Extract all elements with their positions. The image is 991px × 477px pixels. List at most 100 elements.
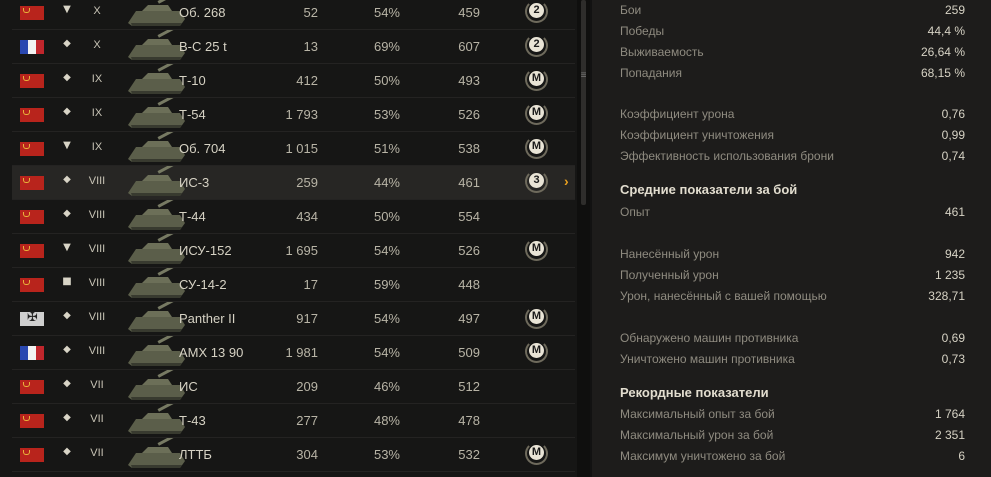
nation-flag-icon: [20, 244, 44, 258]
nation-flag-icon: [20, 310, 44, 326]
selected-arrow-icon: ›: [564, 173, 569, 189]
vehicle-tier: IX: [91, 141, 103, 153]
vehicle-type-icon: ◆: [63, 378, 71, 389]
vehicle-type-icon: ▼: [63, 242, 71, 253]
vehicle-type-icon: ◆: [63, 446, 71, 457]
win-rate: 59%: [373, 277, 400, 292]
stat-label: Эффективность использования брони: [620, 149, 834, 163]
mastery-badge-label: M: [529, 139, 544, 154]
vehicle-name: Т-10: [179, 73, 206, 88]
vehicle-row-1[interactable]: ▼ X Об. 268 52 54% 459 2: [12, 0, 575, 30]
nation-flag-icon: [20, 6, 44, 20]
win-rate: 50%: [373, 73, 400, 88]
vehicle-row-13[interactable]: ◆ VII Т-43 277 48% 478: [12, 404, 575, 438]
mastery-badge-label: 2: [529, 37, 544, 52]
stat-value: 942: [944, 247, 965, 261]
vehicle-tier: VIII: [88, 243, 106, 255]
stat-record-0: Максимальный опыт за бой 1 764: [620, 404, 965, 424]
scrollbar-thumb[interactable]: [581, 0, 586, 205]
vehicle-row-6[interactable]: ◆ VIII ИС-3 259 44% 461 3 ›: [12, 166, 575, 200]
mastery-badge-label: M: [529, 343, 544, 358]
nation-flag-icon: [20, 380, 44, 394]
vehicle-row-12[interactable]: ◆ VII ИС 209 46% 512: [12, 370, 575, 404]
stat-value: 0,76: [941, 107, 965, 121]
vehicle-tier: VIII: [88, 175, 106, 187]
stat-value: 1 235: [934, 268, 965, 282]
nation-flag-icon: [20, 142, 44, 156]
battles-count: 1 981: [285, 345, 318, 360]
battles-count: 277: [296, 413, 318, 428]
vehicle-tier: X: [93, 39, 101, 51]
stat-general-2: Выживаемость 26,64 %: [620, 42, 965, 62]
mastery-badge-label: M: [529, 445, 544, 460]
stat-value: 6: [958, 449, 965, 463]
mastery-badge-icon: M: [525, 136, 550, 161]
win-rate: 53%: [373, 107, 400, 122]
average-experience: 448: [458, 277, 480, 292]
stat-value: 0,99: [941, 128, 965, 142]
win-rate: 54%: [373, 243, 400, 258]
mastery-badge-icon: M: [525, 102, 550, 127]
stat-value: 68,15 %: [920, 66, 965, 80]
stat-average-spot-0: Обнаружено машин противника 0,69: [620, 328, 965, 348]
stat-value: 461: [944, 205, 965, 219]
win-rate: 54%: [373, 311, 400, 326]
win-rate: 54%: [373, 5, 400, 20]
stat-label: Опыт: [620, 205, 650, 219]
vehicle-row-10[interactable]: ◆ VIII Panther II 917 54% 497 M: [12, 302, 575, 336]
vehicle-row-14[interactable]: ◆ VII ЛТТБ 304 53% 532 M: [12, 438, 575, 472]
stat-label: Полученный урон: [620, 268, 719, 282]
average-experience: 512: [458, 379, 480, 394]
vehicle-type-icon: ■: [62, 276, 72, 287]
mastery-badge-icon: M: [525, 238, 550, 263]
stat-label: Попадания: [620, 66, 682, 80]
vehicle-name: ИС: [179, 379, 198, 394]
stat-label: Выживаемость: [620, 45, 704, 59]
vehicle-name: ЛТТБ: [179, 447, 212, 462]
vehicle-row-7[interactable]: ◆ VIII Т-44 434 50% 554: [12, 200, 575, 234]
battles-count: 434: [296, 209, 318, 224]
win-rate: 50%: [373, 209, 400, 224]
battles-count: 1 793: [285, 107, 318, 122]
battles-count: 917: [296, 311, 318, 326]
vehicle-type-icon: ▼: [63, 4, 71, 15]
mastery-badge-icon: M: [525, 68, 550, 93]
vehicle-name: Т-54: [179, 107, 206, 122]
scrollbar-grip-icon: ≡: [580, 70, 587, 81]
average-experience: 526: [458, 243, 480, 258]
vehicle-tier: VII: [90, 413, 104, 425]
average-experience: 538: [458, 141, 480, 156]
vehicle-name: ИС-3: [179, 175, 210, 190]
vehicle-row-11[interactable]: ◆ VIII AMX 13 90 1 981 54% 509 M: [12, 336, 575, 370]
stat-label: Коэффициент урона: [620, 107, 735, 121]
mastery-badge-label: M: [529, 309, 544, 324]
win-rate: 69%: [373, 39, 400, 54]
vehicle-list: ▼ X Об. 268 52 54% 459 2 ◆ X B-C 25 t 13…: [0, 0, 577, 477]
stat-value: 26,64 %: [920, 45, 965, 59]
average-experience: 526: [458, 107, 480, 122]
nation-flag-icon: [20, 108, 44, 122]
battles-count: 17: [303, 277, 318, 292]
stat-general-0: Бои 259: [620, 0, 965, 20]
vehicle-type-icon: ◆: [63, 72, 71, 83]
vehicle-tier: X: [93, 5, 101, 17]
vehicle-type-icon: ◆: [63, 208, 71, 219]
vehicle-row-5[interactable]: ▼ IX Об. 704 1 015 51% 538 M: [12, 132, 575, 166]
stat-label: Уничтожено машин противника: [620, 352, 795, 366]
vehicle-row-3[interactable]: ◆ IX Т-10 412 50% 493 M: [12, 64, 575, 98]
win-rate: 48%: [373, 413, 400, 428]
vehicle-row-8[interactable]: ▼ VIII ИСУ-152 1 695 54% 526 M: [12, 234, 575, 268]
vehicle-row-9[interactable]: ■ VIII СУ-14-2 17 59% 448: [12, 268, 575, 302]
stat-average-damage-2: Урон, нанесённый с вашей помощью 328,71: [620, 286, 965, 306]
vehicle-row-2[interactable]: ◆ X B-C 25 t 13 69% 607 2: [12, 30, 575, 64]
win-rate: 51%: [373, 141, 400, 156]
battles-count: 259: [296, 175, 318, 190]
battles-count: 209: [296, 379, 318, 394]
vehicle-row-4[interactable]: ◆ IX Т-54 1 793 53% 526 M: [12, 98, 575, 132]
vehicle-list-scrollbar[interactable]: ≡: [577, 0, 590, 477]
nation-flag-icon: [20, 210, 44, 224]
nation-flag-icon: [20, 448, 44, 462]
stat-label: Максимальный опыт за бой: [620, 407, 775, 421]
vehicle-name: Т-44: [179, 209, 206, 224]
battles-count: 304: [296, 447, 318, 462]
